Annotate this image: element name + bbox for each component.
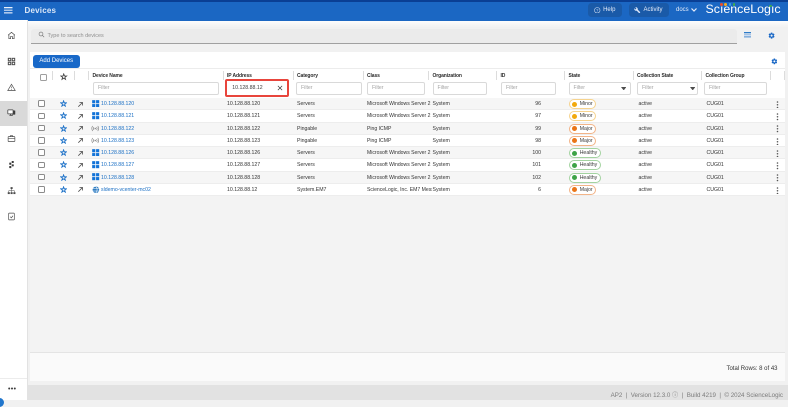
svg-text:?: ? [596,8,599,13]
